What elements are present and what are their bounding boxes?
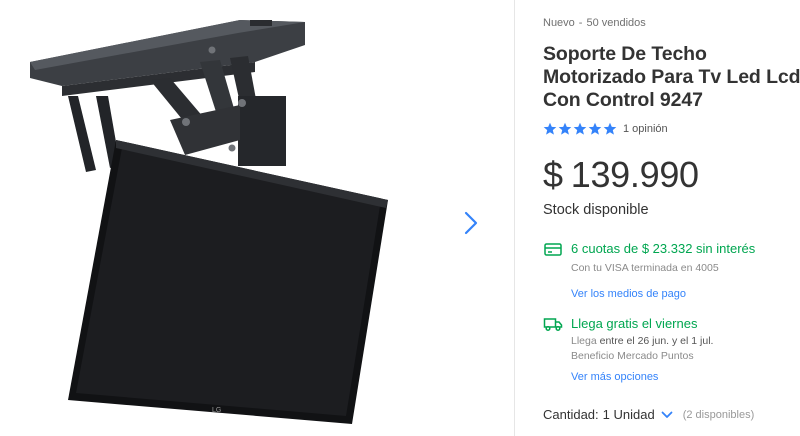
price: $139.990: [543, 154, 699, 196]
available-count: (2 disponibles): [682, 408, 755, 421]
star-icon: [543, 122, 557, 135]
star-icon: [573, 122, 587, 135]
next-image-button[interactable]: [458, 206, 484, 240]
price-currency: $: [543, 154, 563, 195]
quantity-label: Cantidad:: [543, 407, 599, 422]
installments-info: 6 cuotas de $ 23.332 sin interés Con tu …: [543, 241, 755, 276]
stock-status: Stock disponible: [543, 202, 649, 218]
shipping-headline: Llega gratis el viernes: [571, 316, 698, 331]
product-title: Soporte De Techo Motorizado Para Tv Led …: [543, 43, 800, 111]
product-meta: Nuevo -50 vendidos: [543, 17, 646, 29]
review-count: 1 opinión: [623, 123, 668, 135]
star-icon: [603, 122, 617, 135]
installments-detail: Con tu VISA terminada en 4005: [571, 262, 719, 274]
chevron-right-icon: [464, 211, 478, 235]
star-icon: [558, 122, 572, 135]
rating-stars: [543, 122, 617, 136]
meta-separator: -: [578, 17, 583, 29]
column-divider: [514, 0, 515, 436]
shipping-detail-prefix: Llega: [571, 335, 597, 347]
product-image[interactable]: LG: [0, 0, 450, 436]
product-gallery: LG: [0, 0, 514, 436]
svg-text:LG: LG: [212, 407, 221, 414]
quantity-value[interactable]: 1 Unidad: [603, 407, 655, 422]
more-options-link[interactable]: Ver más opciones: [571, 369, 658, 385]
rating[interactable]: 1 opinión: [543, 122, 668, 136]
truck-icon: [543, 318, 563, 332]
price-amount: 139.990: [570, 154, 699, 195]
sold-count: 50 vendidos: [586, 17, 646, 29]
shipping-detail: Llega entre el 26 jun. y el 1 jul.: [571, 334, 713, 349]
card-icon: [544, 243, 562, 256]
shipping-info: Llega gratis el viernes Llega entre el 2…: [543, 316, 713, 364]
condition-label: Nuevo: [543, 17, 575, 29]
star-icon: [588, 122, 602, 135]
installments-headline: 6 cuotas de $ 23.332 sin interés: [571, 241, 756, 256]
payment-methods-link[interactable]: Ver los medios de pago: [571, 286, 686, 302]
quantity-selector[interactable]: Cantidad: 1 Unidad (2 disponibles): [543, 407, 754, 422]
shipping-dates: entre el 26 jun. y el 1 jul.: [599, 335, 714, 347]
points-benefit: Beneficio Mercado Puntos: [571, 350, 694, 362]
chevron-down-icon[interactable]: [661, 410, 673, 420]
